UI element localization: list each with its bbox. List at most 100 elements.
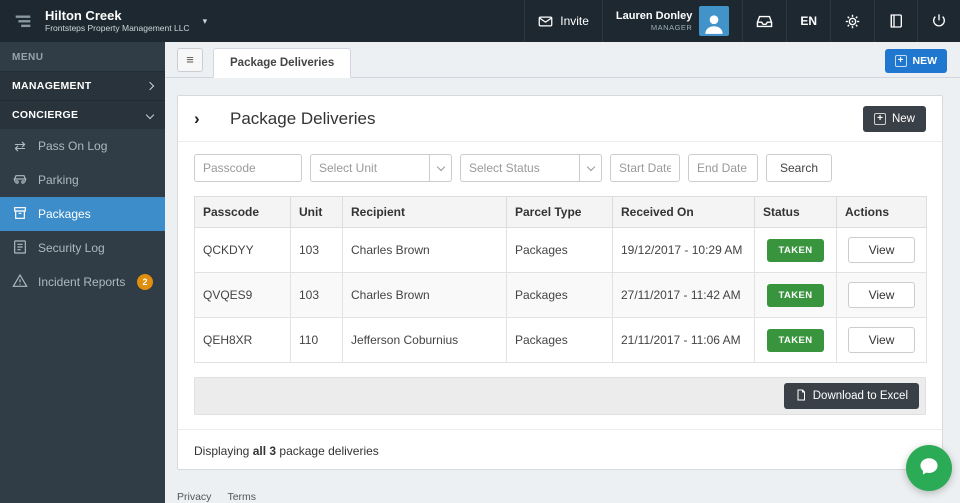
cell-unit: 103 — [291, 228, 343, 273]
chevron-down-icon — [146, 111, 154, 119]
sidebar: MENU MANAGEMENT CONCIERGE ⇄ Pass On Log … — [0, 42, 165, 503]
incident-reports-count-badge: 2 — [137, 274, 153, 290]
cell-passcode: QCKDYY — [195, 228, 291, 273]
journal-icon — [12, 239, 28, 258]
warning-triangle-icon — [12, 273, 28, 292]
invite-label: Invite — [560, 14, 589, 28]
sidebar-item-parking[interactable]: Parking — [0, 163, 165, 197]
table-row: QEH8XR 110 Jefferson Coburnius Packages … — [195, 318, 927, 363]
cell-passcode: QEH8XR — [195, 318, 291, 363]
sidebar-menu-header: MENU — [0, 42, 165, 71]
header-recipient: Recipient — [343, 197, 507, 228]
new-package-button[interactable]: + New — [863, 106, 926, 132]
cell-received-on: 19/12/2017 - 10:29 AM — [613, 228, 755, 273]
sidebar-item-packages[interactable]: Packages — [0, 197, 165, 231]
filter-bar: Select Unit Select Status Search — [178, 142, 942, 194]
frontsteps-logo-icon — [10, 8, 36, 34]
language-selector[interactable]: EN — [786, 0, 830, 42]
settings-button[interactable] — [830, 0, 874, 42]
chevron-down-icon — [579, 155, 601, 181]
plus-icon: + — [895, 55, 907, 67]
collapse-panel-button[interactable]: › — [194, 109, 216, 129]
status-badge: TAKEN — [767, 239, 823, 262]
documentation-book-icon — [888, 13, 904, 29]
cell-parcel-type: Packages — [507, 273, 613, 318]
header-unit: Unit — [291, 197, 343, 228]
chevron-right-icon — [146, 82, 154, 90]
chat-icon — [917, 454, 941, 483]
header-received-on: Received On — [613, 197, 755, 228]
header-passcode: Passcode — [195, 197, 291, 228]
new-button-top[interactable]: + NEW — [885, 49, 948, 73]
tab-package-deliveries[interactable]: Package Deliveries — [213, 48, 351, 78]
user-role-badge: MANAGER — [616, 23, 692, 32]
table-header-row: Passcode Unit Recipient Parcel Type Rece… — [195, 197, 927, 228]
table-row: QVQES9 103 Charles Brown Packages 27/11/… — [195, 273, 927, 318]
export-strip: Download to Excel — [194, 377, 926, 415]
cell-recipient: Jefferson Coburnius — [343, 318, 507, 363]
cell-received-on: 27/11/2017 - 11:42 AM — [613, 273, 755, 318]
terms-link[interactable]: Terms — [227, 491, 256, 503]
plus-icon: + — [874, 113, 886, 125]
header-parcel-type: Parcel Type — [507, 197, 613, 228]
settings-gears-icon — [844, 13, 861, 30]
view-button[interactable]: View — [848, 327, 916, 353]
cell-unit: 110 — [291, 318, 343, 363]
chevron-down-icon — [429, 155, 451, 181]
cell-parcel-type: Packages — [507, 318, 613, 363]
sidebar-item-incident-reports[interactable]: Incident Reports 2 — [0, 265, 165, 299]
invite-envelope-icon — [538, 14, 553, 29]
package-box-icon — [12, 205, 28, 224]
privacy-link[interactable]: Privacy — [177, 491, 211, 503]
search-button[interactable]: Search — [766, 154, 832, 182]
start-date-input[interactable] — [610, 154, 680, 182]
page-footer-links: Privacy Terms — [177, 491, 256, 503]
language-label: EN — [800, 14, 817, 28]
page-title: Package Deliveries — [230, 109, 376, 129]
sidebar-item-pass-on-log[interactable]: ⇄ Pass On Log — [0, 129, 165, 163]
company-name: Frontsteps Property Management LLC — [45, 24, 190, 34]
table-row: QCKDYY 103 Charles Brown Packages 19/12/… — [195, 228, 927, 273]
status-badge: TAKEN — [767, 284, 823, 307]
user-menu[interactable]: Lauren Donley MANAGER — [602, 0, 742, 42]
chat-launcher-button[interactable] — [906, 445, 952, 491]
package-deliveries-panel: › Package Deliveries + New Select Unit S… — [177, 95, 943, 470]
cell-unit: 103 — [291, 273, 343, 318]
status-select[interactable]: Select Status — [460, 154, 602, 182]
invite-button[interactable]: Invite — [524, 0, 602, 42]
view-button[interactable]: View — [848, 282, 916, 308]
cell-received-on: 21/11/2017 - 11:06 AM — [613, 318, 755, 363]
sidebar-item-security-log[interactable]: Security Log — [0, 231, 165, 265]
cell-passcode: QVQES9 — [195, 273, 291, 318]
tab-bar: ≡ Package Deliveries + NEW — [165, 42, 960, 78]
documentation-button[interactable] — [874, 0, 917, 42]
download-excel-button[interactable]: Download to Excel — [784, 383, 919, 409]
car-icon — [12, 171, 28, 190]
unit-select[interactable]: Select Unit — [310, 154, 452, 182]
header-status: Status — [755, 197, 837, 228]
panel-header: › Package Deliveries + New — [178, 96, 942, 142]
passcode-input[interactable] — [194, 154, 302, 182]
results-summary: Displaying all 3 package deliveries — [178, 429, 942, 472]
end-date-input[interactable] — [688, 154, 758, 182]
header-actions: Actions — [837, 197, 927, 228]
status-badge: TAKEN — [767, 329, 823, 352]
top-bar: Hilton Creek Frontsteps Property Managem… — [0, 0, 960, 42]
property-dropdown-caret-icon[interactable]: ▾ — [203, 16, 208, 27]
power-icon — [931, 13, 947, 29]
user-name: Lauren Donley — [616, 10, 692, 23]
cell-parcel-type: Packages — [507, 228, 613, 273]
view-button[interactable]: View — [848, 237, 916, 263]
tab-list-toggle-button[interactable]: ≡ — [177, 48, 203, 72]
cell-recipient: Charles Brown — [343, 228, 507, 273]
avatar[interactable] — [699, 6, 729, 36]
sidebar-section-concierge[interactable]: CONCIERGE — [0, 100, 165, 129]
transfer-arrows-icon: ⇄ — [12, 138, 28, 155]
cell-recipient: Charles Brown — [343, 273, 507, 318]
sidebar-section-management[interactable]: MANAGEMENT — [0, 71, 165, 100]
property-name: Hilton Creek — [45, 9, 190, 24]
property-switcher[interactable]: Hilton Creek Frontsteps Property Managem… — [0, 0, 221, 42]
inbox-button[interactable] — [742, 0, 786, 42]
package-deliveries-table: Passcode Unit Recipient Parcel Type Rece… — [194, 196, 927, 363]
logout-button[interactable] — [917, 0, 960, 42]
